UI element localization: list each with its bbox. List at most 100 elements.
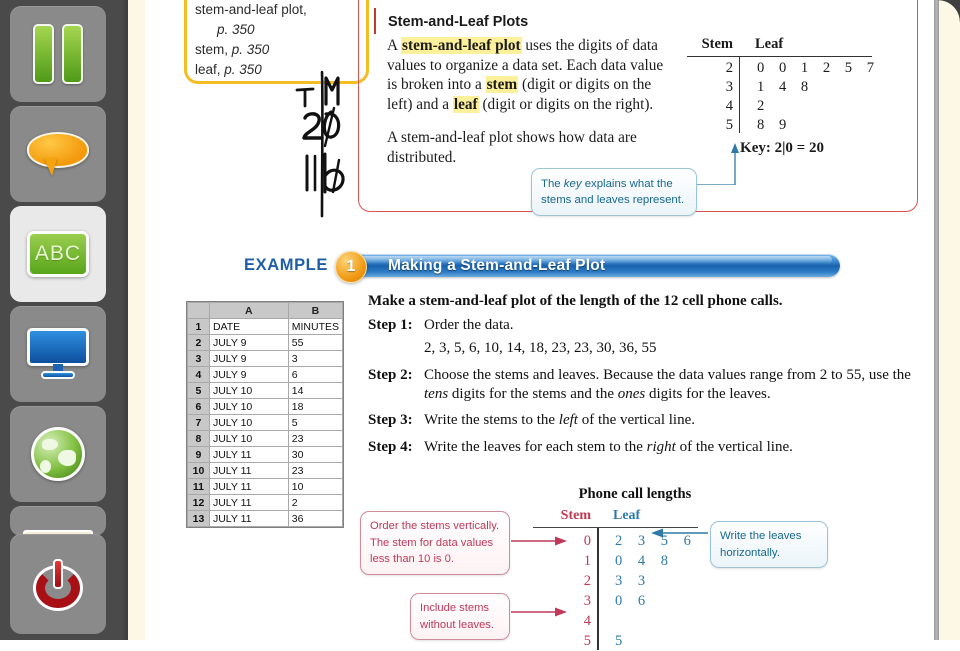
example-prompt: Make a stem-and-leaf plot of the length … <box>368 293 783 309</box>
sidebar-item-power[interactable] <box>10 534 106 634</box>
phone-call-stem-leaf-plot: Stem Leaf 02 3 5 6 10 4 8 23 3 30 6 4 55 <box>533 508 738 651</box>
table-row: 5 JULY 10 14 <box>187 382 344 399</box>
sidebar-item-screen[interactable] <box>10 306 106 402</box>
example-title: Making a Stem-and-Leaf Plot <box>388 257 606 274</box>
plot-row-0: 0 2 3 5 6 <box>533 531 738 551</box>
sidebar-item-pause[interactable] <box>10 6 106 102</box>
sheet-rowno: 10 <box>187 462 210 479</box>
key-idea-paragraph-2: A stem-and-leaf plot shows how data are … <box>387 129 637 166</box>
step-1: Step 1: Order the data. <box>368 316 928 335</box>
sheet-cell-a: JULY 11 <box>208 494 289 511</box>
sheet-rowno: 3 <box>187 350 210 367</box>
ki-stem-1: 2 <box>725 60 733 76</box>
step-2-text: Choose the stems and leaves. Because the… <box>424 367 911 402</box>
ki-row-3: 4 2 <box>687 97 887 116</box>
example-number-badge: 1 <box>335 251 367 283</box>
power-icon <box>30 556 86 612</box>
table-row: 12 JULY 11 2 <box>187 494 344 511</box>
term-stem: stem <box>485 76 519 94</box>
sheet-cell-a: JULY 10 <box>208 414 289 431</box>
pause-icon <box>31 24 85 84</box>
step-4-text: Write the leaves for each stem to the ri… <box>424 438 793 455</box>
window-corner-top-right <box>938 0 960 22</box>
plot-stem-3: 3 <box>583 593 591 609</box>
plot-row-5: 55 <box>533 631 738 651</box>
toolbar-sidebar: ABC <box>0 0 128 640</box>
step-1-label: Step 1: <box>368 317 413 333</box>
vocab-term-2: stem, p. 350 <box>195 42 270 57</box>
sheet-rowno: 6 <box>187 398 210 415</box>
sheet-cell-a: JULY 11 <box>208 510 289 527</box>
sheet-rowno: 7 <box>187 414 210 431</box>
plot-stem-4: 4 <box>583 613 591 629</box>
example-label: EXAMPLE <box>244 256 328 274</box>
plot-stem-0: 0 <box>583 533 591 549</box>
plot-rows: 02 3 5 6 10 4 8 23 3 30 6 4 55 <box>533 528 738 651</box>
globe-icon <box>31 427 85 481</box>
step-4-label: Step 4: <box>368 438 413 455</box>
sheet-cell-a: JULY 11 <box>208 462 289 479</box>
sidebar-item-web[interactable] <box>10 406 106 502</box>
step-3: Step 3: Write the stems to the left of t… <box>368 411 928 430</box>
vocab-term-3: leaf, p. 350 <box>195 62 262 77</box>
sheet-rowno: 2 <box>187 334 210 351</box>
plot-stem-5: 5 <box>583 633 591 649</box>
ki-leaves-4: 8 9 <box>757 117 792 133</box>
plot-leaves-3: 0 6 <box>615 593 652 609</box>
ki-table-header: Stem Leaf <box>687 36 872 57</box>
step-3-text: Write the stems to the left of the verti… <box>424 412 695 429</box>
sheet-cell-a: DATE <box>208 318 289 335</box>
sheet-cell-b: 23 <box>287 462 344 479</box>
sheet-rowno: 13 <box>187 510 210 527</box>
key-idea-title: Stem-and-Leaf Plots <box>388 14 529 30</box>
sheet-cell-b: 5 <box>287 414 344 431</box>
plot-stem-header: Stem <box>560 508 591 523</box>
solution-steps: Step 1: Order the data. 2, 3, 5, 6, 10, … <box>368 316 928 465</box>
step-1-ordered-data: 2, 3, 5, 6, 10, 14, 18, 23, 23, 30, 36, … <box>424 339 657 356</box>
step-2: Step 2: Choose the stems and leaves. Bec… <box>368 366 928 403</box>
sheet-cell-a: JULY 9 <box>208 366 289 383</box>
table-row: 11 JULY 11 10 <box>187 478 344 495</box>
page-margin-right <box>939 0 960 640</box>
ki-table-rows: 2 0 0 1 2 5 7 3 1 4 8 4 2 5 8 9 <box>687 57 887 135</box>
sheet-cell-a: JULY 11 <box>208 478 289 495</box>
sidebar-item-abc[interactable]: ABC <box>10 206 106 302</box>
sheet-rowno: 5 <box>187 382 210 399</box>
key-idea-paragraph-1: A stem-and-leaf plot uses the digits of … <box>387 37 664 113</box>
plot-leaves-2: 3 3 <box>615 573 652 589</box>
sheet-cell-b: 14 <box>287 382 344 399</box>
sidebar-item-partial[interactable] <box>10 506 106 536</box>
sheet-cell-a: JULY 10 <box>208 398 289 415</box>
table-row: 2 JULY 9 55 <box>187 334 344 351</box>
table-row: 6 JULY 10 18 <box>187 398 344 415</box>
step-3-label: Step 3: <box>368 412 413 429</box>
table-row: 9 JULY 11 30 <box>187 446 344 463</box>
sheet-cell-b: 23 <box>287 430 344 447</box>
plot-title: Phone call lengths <box>578 486 692 502</box>
ki-row-1: 2 0 0 1 2 5 7 <box>687 59 887 78</box>
sheet-col-a: A <box>208 302 289 319</box>
sheet-rowno: 8 <box>187 430 210 447</box>
ki-leaf-header: Leaf <box>755 36 784 52</box>
sheet-cell-b: MINUTES <box>287 318 344 335</box>
plot-vertical-line <box>597 528 599 650</box>
sheet-cell-a: JULY 10 <box>208 382 289 399</box>
sheet-corner-cell <box>187 302 210 319</box>
sheet-cell-a: JULY 9 <box>208 334 289 351</box>
table-row: 4 JULY 96 <box>187 366 344 383</box>
ki-stem-3: 4 <box>725 98 733 114</box>
step-2-label: Step 2: <box>368 367 413 384</box>
key-idea-stem-leaf-table: Stem Leaf 2 0 0 1 2 5 7 3 1 4 8 4 2 5 8 … <box>687 36 887 156</box>
vocab-term-1: stem-and-leaf plot, <box>195 2 307 17</box>
ki-stem-header: Stem <box>701 36 733 52</box>
sidebar-item-annotate[interactable] <box>10 106 106 202</box>
table-row: 8 JULY 10 23 <box>187 430 344 447</box>
plot-leaf-header: Leaf <box>613 508 641 523</box>
ki-stem-4: 5 <box>725 117 733 133</box>
ki-leaves-3: 2 <box>757 98 770 114</box>
plot-leaves-1: 0 4 8 <box>615 553 674 569</box>
sheet-rowno: 1 <box>187 318 210 335</box>
sheet-cell-a: JULY 11 <box>208 446 289 463</box>
sheet-rowno: 11 <box>187 478 210 495</box>
sheet-cell-a: JULY 9 <box>208 350 289 367</box>
